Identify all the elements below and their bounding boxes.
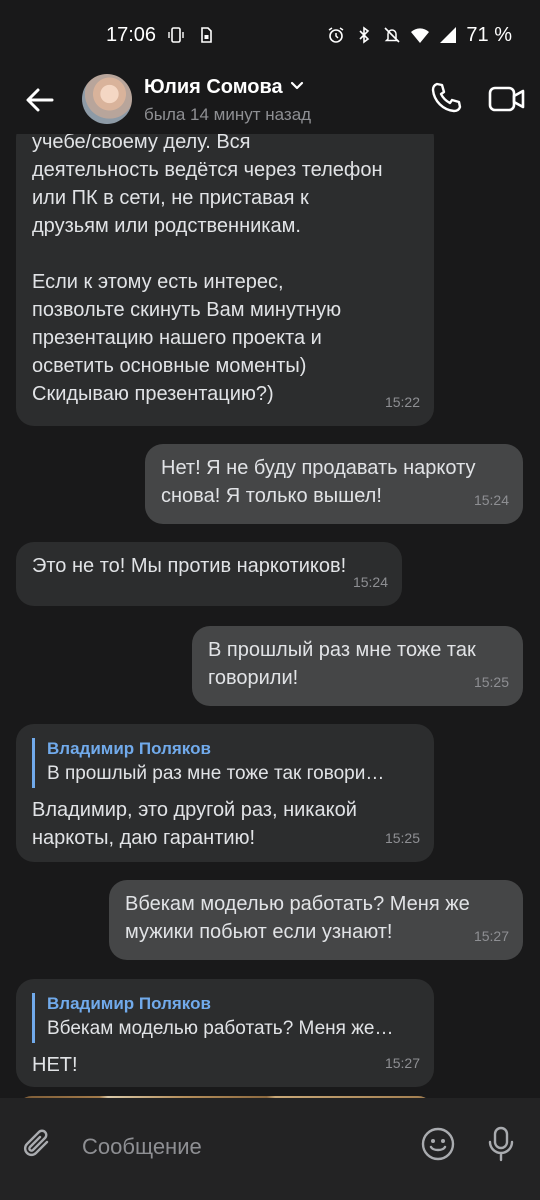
status-bar: 17:06 71 %: [0, 0, 540, 70]
reply-quote[interactable]: Владимир Поляков В прошлый раз мне тоже …: [32, 738, 418, 788]
message-time: 15:24: [352, 574, 388, 590]
message-time: 15:27: [473, 928, 509, 944]
microphone-icon[interactable]: [484, 1124, 518, 1164]
message-time: 15:25: [384, 830, 420, 846]
status-time: 17:06: [106, 23, 157, 46]
avatar[interactable]: [82, 74, 132, 124]
contact-name[interactable]: Юлия Сомова: [144, 76, 283, 99]
message-text: Владимир, это другой раз, никакой наркот…: [32, 799, 357, 849]
chat-header: Юлия Сомова была 14 минут назад: [0, 70, 540, 134]
alarm-icon: [326, 25, 346, 45]
last-seen-status: была 14 минут назад: [144, 105, 312, 124]
mute-icon: [382, 25, 402, 45]
reply-author: Владимир Поляков: [47, 994, 211, 1013]
message-time: 15:24: [473, 492, 509, 508]
emoji-icon[interactable]: [420, 1126, 456, 1162]
message-text: В прошлый раз мне тоже так говорили!: [208, 639, 476, 689]
reply-text: В прошлый раз мне тоже так говори…: [47, 763, 385, 784]
video-call-icon[interactable]: [488, 82, 526, 116]
message-time: 15:25: [473, 674, 509, 690]
reply-author: Владимир Поляков: [47, 739, 211, 758]
bluetooth-icon: [354, 25, 374, 45]
message-bubble-incoming-reply[interactable]: Владимир Поляков Вбекам моделью работать…: [16, 979, 434, 1087]
message-bubble-incoming-reply[interactable]: Владимир Поляков В прошлый раз мне тоже …: [16, 724, 434, 862]
message-input[interactable]: [80, 1126, 404, 1168]
message-list[interactable]: учебе/своему делу. Вся деятельность ведё…: [0, 134, 540, 1098]
sim-icon: [196, 25, 216, 45]
message-bubble-incoming[interactable]: Это не то! Мы против наркотиков! 15:24: [16, 542, 402, 606]
paperclip-icon[interactable]: [20, 1126, 56, 1162]
signal-icon: [438, 25, 458, 45]
phone-vibrate-icon: [166, 25, 186, 45]
message-time: 15:22: [384, 394, 420, 410]
chevron-down-icon[interactable]: [289, 76, 305, 99]
contact-info[interactable]: Юлия Сомова была 14 минут назад: [144, 76, 311, 125]
message-composer: [0, 1098, 540, 1200]
message-bubble-outgoing[interactable]: Вбекам моделью работать? Меня же мужики …: [109, 880, 523, 960]
battery-level: 71 %: [466, 23, 512, 46]
reply-text: Вбекам моделью работать? Меня же…: [47, 1018, 394, 1039]
phone-call-icon[interactable]: [428, 80, 464, 116]
reply-quote[interactable]: Владимир Поляков Вбекам моделью работать…: [32, 993, 418, 1043]
message-bubble-incoming[interactable]: учебе/своему делу. Вся деятельность ведё…: [16, 134, 434, 426]
wifi-icon: [410, 25, 430, 45]
message-text: Вбекам моделью работать? Меня же мужики …: [125, 893, 470, 943]
message-text: Нет! Я не буду продавать наркоту снова! …: [161, 457, 476, 507]
message-text: учебе/своему делу. Вся деятельность ведё…: [32, 134, 383, 405]
message-bubble-outgoing[interactable]: В прошлый раз мне тоже так говорили! 15:…: [192, 626, 523, 706]
back-arrow-icon[interactable]: [22, 82, 58, 118]
message-time: 15:27: [384, 1055, 420, 1071]
message-text: НЕТ!: [32, 1054, 78, 1076]
message-text: Это не то! Мы против наркотиков!: [32, 555, 347, 577]
message-bubble-outgoing[interactable]: Нет! Я не буду продавать наркоту снова! …: [145, 444, 523, 524]
